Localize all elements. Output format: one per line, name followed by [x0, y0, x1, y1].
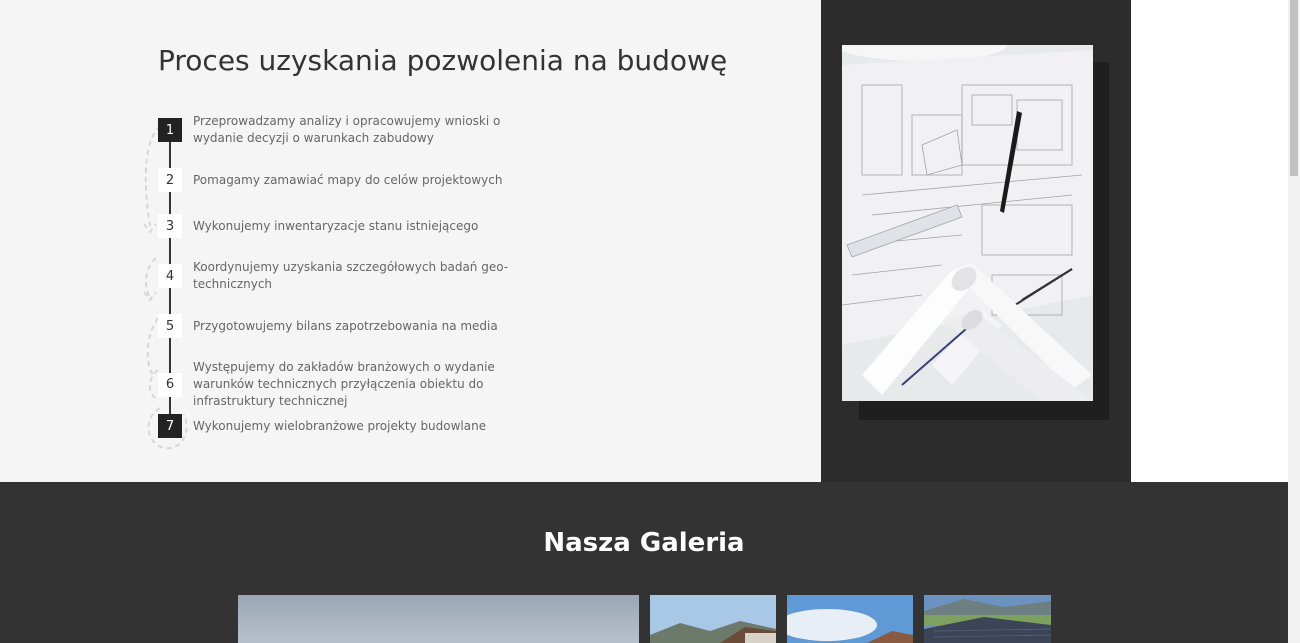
step-text: Koordynujemy uzyskania szczegółowych bad…: [193, 260, 509, 291]
blueprint-illustration: [842, 45, 1093, 401]
gallery-image-2[interactable]: [650, 595, 776, 643]
step-2: 2 Pomagamy zamawiać mapy do celów projek…: [158, 168, 578, 192]
step-7: 7 Wykonujemy wielobranżowe projekty budo…: [158, 414, 578, 438]
step-text: Przygotowujemy bilans zapotrzebowania na…: [193, 318, 498, 333]
step-number: 7: [158, 414, 182, 438]
gallery-title: Nasza Galeria: [543, 528, 745, 558]
blueprint-image: [842, 45, 1093, 401]
gallery-image-3[interactable]: [787, 595, 913, 643]
step-number: 5: [158, 314, 182, 338]
step-text: Przeprowadzamy analizy i opracowujemy wn…: [193, 114, 501, 145]
process-title: Proces uzyskania pozwolenia na budowę: [158, 44, 728, 77]
step-5: 5 Przygotowujemy bilans zapotrzebowania …: [158, 314, 578, 338]
process-steps: 1 Przeprowadzamy analizy i opracowujemy …: [140, 108, 560, 458]
sky-photo: [238, 595, 639, 643]
step-1: 1 Przeprowadzamy analizy i opracowujemy …: [158, 113, 578, 147]
step-4: 4 Koordynujemy uzyskania szczegółowych b…: [158, 259, 578, 293]
scrollbar-thumb[interactable]: [1290, 0, 1298, 176]
white-side-panel: [1131, 0, 1288, 482]
step-number: 6: [158, 372, 182, 397]
house-photo: [787, 595, 913, 643]
step-number: 1: [158, 118, 182, 142]
step-6: 6 Występujemy do zakładów branżowych o w…: [158, 359, 578, 410]
house-photo: [924, 595, 1051, 643]
step-number: 4: [158, 264, 182, 288]
gallery-section: Nasza Galeria: [0, 482, 1288, 643]
gallery-image-4[interactable]: [924, 595, 1051, 643]
step-3: 3 Wykonujemy inwentaryzacje stanu istnie…: [158, 214, 578, 238]
step-text: Występujemy do zakładów branżowych o wyd…: [193, 360, 495, 408]
step-text: Wykonujemy wielobranżowe projekty budowl…: [193, 418, 487, 433]
house-photo: [650, 595, 776, 643]
step-text: Pomagamy zamawiać mapy do celów projekto…: [193, 172, 503, 187]
gallery-image-1[interactable]: [238, 595, 639, 643]
page: Proces uzyskania pozwolenia na budowę 1 …: [0, 0, 1300, 643]
step-number: 3: [158, 214, 182, 238]
page-scrollbar[interactable]: [1288, 0, 1300, 643]
step-number: 2: [158, 168, 182, 192]
step-text: Wykonujemy inwentaryzacje stanu istnieją…: [193, 218, 479, 233]
